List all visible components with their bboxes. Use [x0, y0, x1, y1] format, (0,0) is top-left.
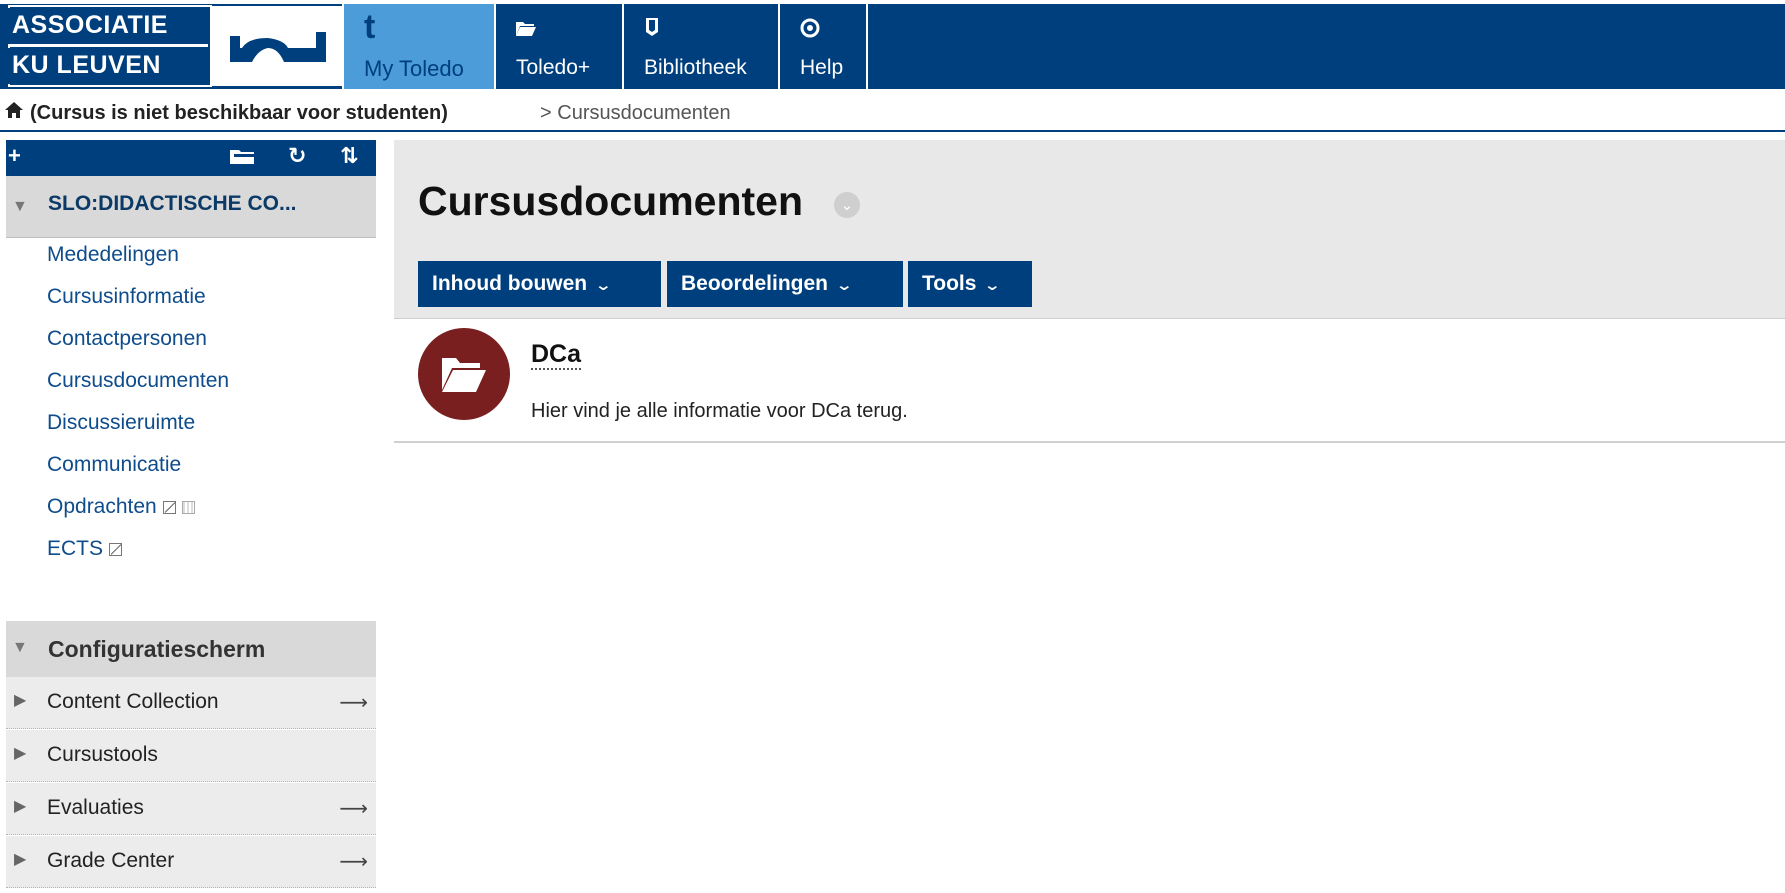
home-icon[interactable]	[4, 96, 24, 130]
breadcrumb-separator: >	[540, 102, 552, 124]
breadcrumb: (Cursus is niet beschikbaar voor student…	[0, 96, 1785, 132]
arrow-right-icon[interactable]: ⟶	[339, 690, 368, 715]
tab-label: Toledo+	[516, 56, 591, 79]
no-content-icon	[181, 501, 195, 514]
logo-divider	[8, 44, 208, 47]
control-panel-item-label: Cursustools	[47, 743, 158, 766]
sort-icon[interactable]: ⇅	[340, 143, 358, 169]
control-panel-title: Configuratiescherm	[48, 636, 266, 662]
course-menu-header[interactable]: ▼ SLO:DIDACTISCHE CO...	[6, 176, 376, 238]
control-panel-item-cursustools[interactable]: ▶ Cursustools	[6, 730, 376, 782]
expand-triangle-icon[interactable]: ▶	[14, 796, 26, 816]
content-item-description: Hier vind je alle informatie voor DCa te…	[531, 400, 908, 422]
tab-bibliotheek[interactable]: Bibliotheek	[624, 4, 776, 89]
control-panel-item-grade-center[interactable]: ▶ Grade Center ⟶	[6, 836, 376, 888]
course-title: SLO:DIDACTISCHE CO...	[48, 192, 297, 215]
assessments-button[interactable]: Beoordelingen ⌄	[667, 261, 903, 307]
control-panel-item-evaluaties[interactable]: ▶ Evaluaties ⟶	[6, 783, 376, 835]
hidden-status-icon	[162, 501, 176, 514]
tools-button[interactable]: Tools ⌄	[908, 261, 1032, 307]
top-strip	[0, 0, 1785, 4]
tab-label: Bibliotheek	[644, 56, 747, 79]
tab-help[interactable]: Help	[780, 4, 866, 89]
nav-separator	[866, 4, 868, 89]
sidebar-item-cursusinformatie[interactable]: Cursusinformatie	[47, 285, 206, 309]
sidebar-item-cursusdocumenten[interactable]: Cursusdocumenten	[47, 369, 229, 393]
content-item-title[interactable]: DCa	[531, 340, 582, 370]
tab-label: Help	[800, 56, 844, 79]
breadcrumb-current-label: Cursusdocumenten	[557, 102, 731, 124]
sidebar-item-label: ECTS	[47, 537, 104, 560]
sidebar-toolbar: + ↻ ⇅	[6, 140, 376, 176]
button-label: Beoordelingen	[681, 272, 829, 295]
logo-text-block: ASSOCIATIE KU LEUVEN	[8, 6, 208, 86]
folder-icon[interactable]	[230, 146, 256, 172]
control-panel-item-label: Content Collection	[47, 690, 219, 713]
logo-line-2: KU LEUVEN	[8, 48, 208, 84]
sidebar-item-contactpersonen[interactable]: Contactpersonen	[47, 327, 207, 351]
control-panel-item-content-collection[interactable]: ▶ Content Collection ⟶	[6, 677, 376, 729]
content-item: DCa Hier vind je alle informatie voor DC…	[394, 320, 1785, 443]
book-icon	[644, 18, 660, 40]
toledo-t-icon: t	[364, 8, 376, 46]
logo-line-1: ASSOCIATIE	[8, 8, 208, 44]
chevron-down-icon: ⌄	[983, 277, 1002, 294]
chevron-down-icon: ⌄	[594, 277, 613, 294]
collapse-triangle-icon[interactable]: ▼	[12, 639, 28, 657]
sidebar-item-label: Opdrachten	[47, 495, 157, 518]
hidden-status-icon	[109, 543, 123, 556]
breadcrumb-course[interactable]: (Cursus is niet beschikbaar voor student…	[30, 96, 448, 130]
control-panel-header[interactable]: ▼ Configuratiescherm	[6, 621, 376, 677]
logo-mark	[212, 6, 344, 86]
sidebar-item-discussieruimte[interactable]: Discussieruimte	[47, 411, 195, 435]
breadcrumb-current: > Cursusdocumenten	[540, 96, 731, 130]
folder-icon	[418, 328, 510, 420]
arrow-right-icon[interactable]: ⟶	[339, 849, 368, 874]
expand-triangle-icon[interactable]: ▶	[14, 743, 26, 763]
sidebar-item-communicatie[interactable]: Communicatie	[47, 453, 181, 477]
sidebar-item-opdrachten[interactable]: Opdrachten	[47, 495, 195, 519]
tab-my-toledo[interactable]: t My Toledo	[344, 4, 494, 89]
chevron-down-icon[interactable]: ⌄	[834, 192, 860, 218]
button-label: Tools	[922, 272, 977, 295]
chevron-down-icon: ⌄	[835, 277, 854, 294]
collapse-triangle-icon[interactable]: ▼	[12, 198, 28, 216]
button-label: Inhoud bouwen	[432, 272, 588, 295]
folder-icon	[516, 18, 536, 40]
bridge-logo-icon	[230, 32, 326, 62]
expand-triangle-icon[interactable]: ▶	[14, 849, 26, 869]
lifebuoy-icon	[800, 18, 820, 42]
control-panel-item-label: Grade Center	[47, 849, 175, 872]
arrow-right-icon[interactable]: ⟶	[339, 796, 368, 821]
expand-triangle-icon[interactable]: ▶	[14, 690, 26, 710]
sidebar-item-ects[interactable]: ECTS	[47, 537, 123, 561]
build-content-button[interactable]: Inhoud bouwen ⌄	[418, 261, 661, 307]
plus-icon[interactable]: +	[8, 143, 21, 169]
page-title: Cursusdocumenten	[418, 178, 803, 224]
refresh-icon[interactable]: ↻	[288, 143, 306, 169]
tab-label: My Toledo	[364, 56, 464, 81]
control-panel-item-label: Evaluaties	[47, 796, 144, 819]
sidebar-item-mededelingen[interactable]: Mededelingen	[47, 243, 179, 267]
tab-toledo-plus[interactable]: Toledo+	[496, 4, 612, 89]
